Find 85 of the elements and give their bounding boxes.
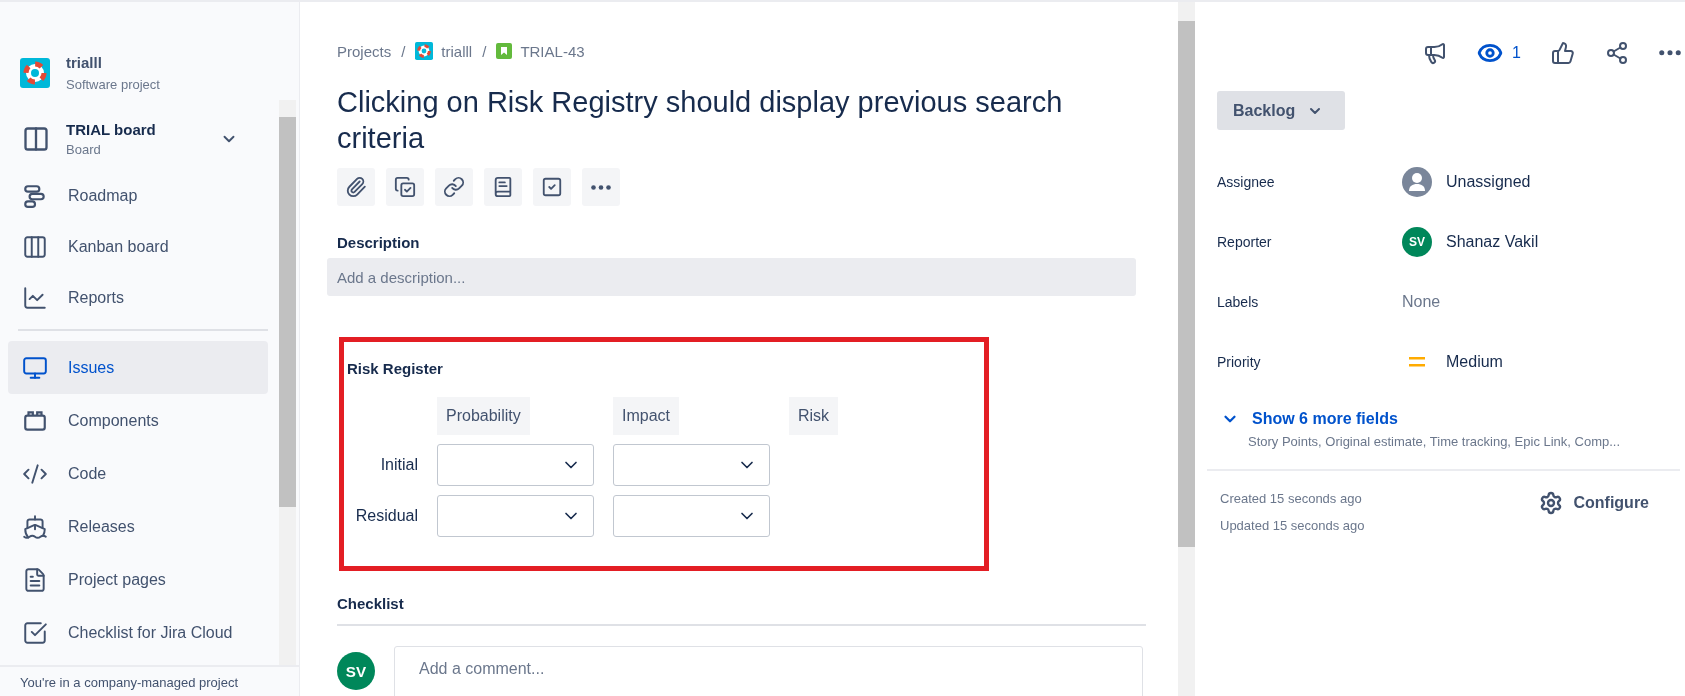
field-value[interactable]: None [1402,293,1441,311]
project-logo-icon [20,58,50,88]
sidebar-item[interactable]: Code [8,447,268,500]
sidebar-item[interactable]: Reports [8,272,268,323]
board-icon [22,125,50,153]
field-value[interactable]: Unassigned [1446,173,1531,191]
dropdown-field[interactable] [613,444,770,486]
thumbs-up-icon [1551,41,1575,65]
sidebar-item[interactable]: Project pages [8,553,268,606]
megaphone-icon [1423,41,1448,65]
user-avatar: SV [1402,227,1432,257]
hidden-fields-summary: Story Points, Original estimate, Time tracking, Epic Link, Comp... [1248,434,1622,449]
user-avatar: SV [337,652,375,690]
field-label: Priority [1217,354,1262,370]
sidebar-item[interactable]: Releases [8,500,268,553]
subtask-button[interactable] [386,168,424,206]
footer-text: You're in a company-managed project [20,675,239,690]
share-icon [1605,41,1629,65]
field-value[interactable]: Medium [1446,353,1503,371]
column-header: Impact [613,397,679,435]
project-type: Software project [66,77,160,92]
subtask-icon [394,176,416,198]
breadcrumb-separator: / [401,42,406,60]
sidebar-item[interactable]: Components [8,394,268,447]
dropdown-field[interactable] [437,444,594,486]
sidebar-item[interactable]: Roadmap [8,170,268,221]
risk-register-title: Risk Register [347,360,444,377]
story-icon [496,43,513,59]
column-header: Risk [789,397,839,435]
more-icon [591,184,611,190]
sidebar-item[interactable]: Checklist for Jira Cloud [8,606,268,659]
sidebar-item[interactable]: Kanban board [8,221,268,272]
breadcrumb-link[interactable]: trialll [415,42,473,60]
show-more-fields-link[interactable]: Show 6 more fields [1221,410,1398,428]
row-label: Initial [380,456,418,474]
column-header: Probability [437,397,530,435]
attach-button[interactable] [337,168,375,206]
breadcrumb-link[interactable]: Projects [337,42,392,60]
settings-icon [1539,491,1564,515]
share-button[interactable] [1605,41,1629,65]
description-field[interactable]: Add a description... [327,258,1136,296]
dropdown-field[interactable] [437,495,594,537]
monitor-icon [22,354,48,381]
page-button[interactable] [484,168,522,206]
checklist-label: Checklist [337,595,405,612]
book-icon [492,176,514,198]
checklist-button[interactable] [533,168,571,206]
comment-field[interactable]: Add a comment... [394,646,1143,696]
checkbox-icon [541,176,563,198]
status-dropdown[interactable]: Backlog [1217,91,1345,130]
line-chart-icon [22,284,48,311]
dropdown-field[interactable] [613,495,770,537]
project-name: trialll [66,54,103,71]
ship-icon [22,513,48,540]
configure-button[interactable]: Configure [1539,491,1649,515]
document-icon [22,566,48,593]
user-avatar-icon [1402,167,1432,197]
description-label: Description [337,234,421,251]
checkbox-icon [22,619,48,646]
created-time: Created 15 seconds ago [1220,491,1363,506]
roadmap-icon [22,182,48,209]
field-value[interactable]: Shanaz Vakil [1446,233,1539,251]
paperclip-icon [345,176,367,198]
breadcrumb-link[interactable]: TRIAL-43 [496,42,585,60]
columns-icon [22,233,48,260]
link-button[interactable] [435,168,473,206]
scrollbar[interactable] [1178,2,1195,696]
row-label: Residual [355,507,418,525]
field-label: Assignee [1217,174,1276,190]
sidebar-item[interactable]: Issues [8,341,268,394]
more-button[interactable] [582,168,620,206]
project-logo-icon [415,42,434,60]
more-icon [1659,50,1681,56]
feedback-button[interactable] [1423,41,1448,65]
field-label: Labels [1217,294,1260,310]
issue-title[interactable]: Clicking on Risk Registry should display previous search criteria [337,84,1097,156]
field-label: Reporter [1217,234,1273,250]
watch-button[interactable]: 1 [1477,40,1521,66]
like-button[interactable] [1551,41,1575,65]
scrollbar[interactable] [279,100,296,665]
link-icon [443,176,465,198]
board-switcher[interactable]: TRIAL board Board [8,108,268,170]
updated-time: Updated 15 seconds ago [1220,518,1365,533]
more-button[interactable] [1659,50,1681,56]
breadcrumb-separator: / [482,42,487,60]
